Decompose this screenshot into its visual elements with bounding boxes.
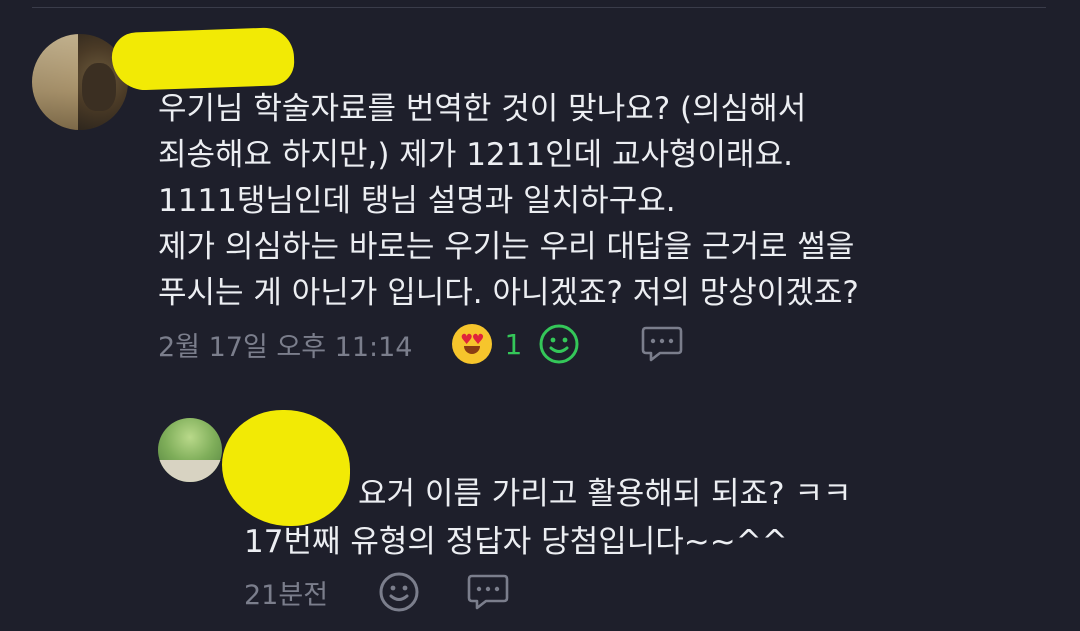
- divider: [32, 7, 1046, 8]
- reply-body: 요거 이름 가리고 활용해되 되죠? ㅋㅋ 17번째 유형의 정답자 당첨입니다…: [244, 476, 852, 560]
- heart-eyes-emoji-icon: ♥ ♥: [452, 324, 493, 364]
- comment-bubble-icon[interactable]: [640, 324, 684, 364]
- smile-add-reaction-icon[interactable]: [538, 323, 580, 365]
- reply-timestamp: 21분전: [244, 579, 329, 611]
- reaction-count: 1: [504, 327, 523, 361]
- comment-body: 우기님 학술자료를 번역한 것이 맞나요? (의심해서 죄송해요 하지만,) 제…: [158, 91, 859, 311]
- comment-bubble-icon[interactable]: [466, 572, 510, 612]
- redacted-author-name: [111, 26, 295, 92]
- smile-add-reaction-icon[interactable]: [378, 571, 420, 613]
- reply-avatar[interactable]: [158, 418, 222, 482]
- comment-timestamp: 2월 17일 오후 11:14: [158, 331, 413, 363]
- reply-meta: 21분전: [244, 572, 510, 612]
- reaction-summary[interactable]: ♥ ♥ 1: [452, 324, 522, 364]
- comment-thread: 우기님 학술자료를 번역한 것이 맞나요? (의심해서 죄송해요 하지만,) 제…: [0, 0, 1080, 631]
- comment-meta: 2월 17일 오후 11:14 ♥ ♥ 1: [158, 324, 684, 364]
